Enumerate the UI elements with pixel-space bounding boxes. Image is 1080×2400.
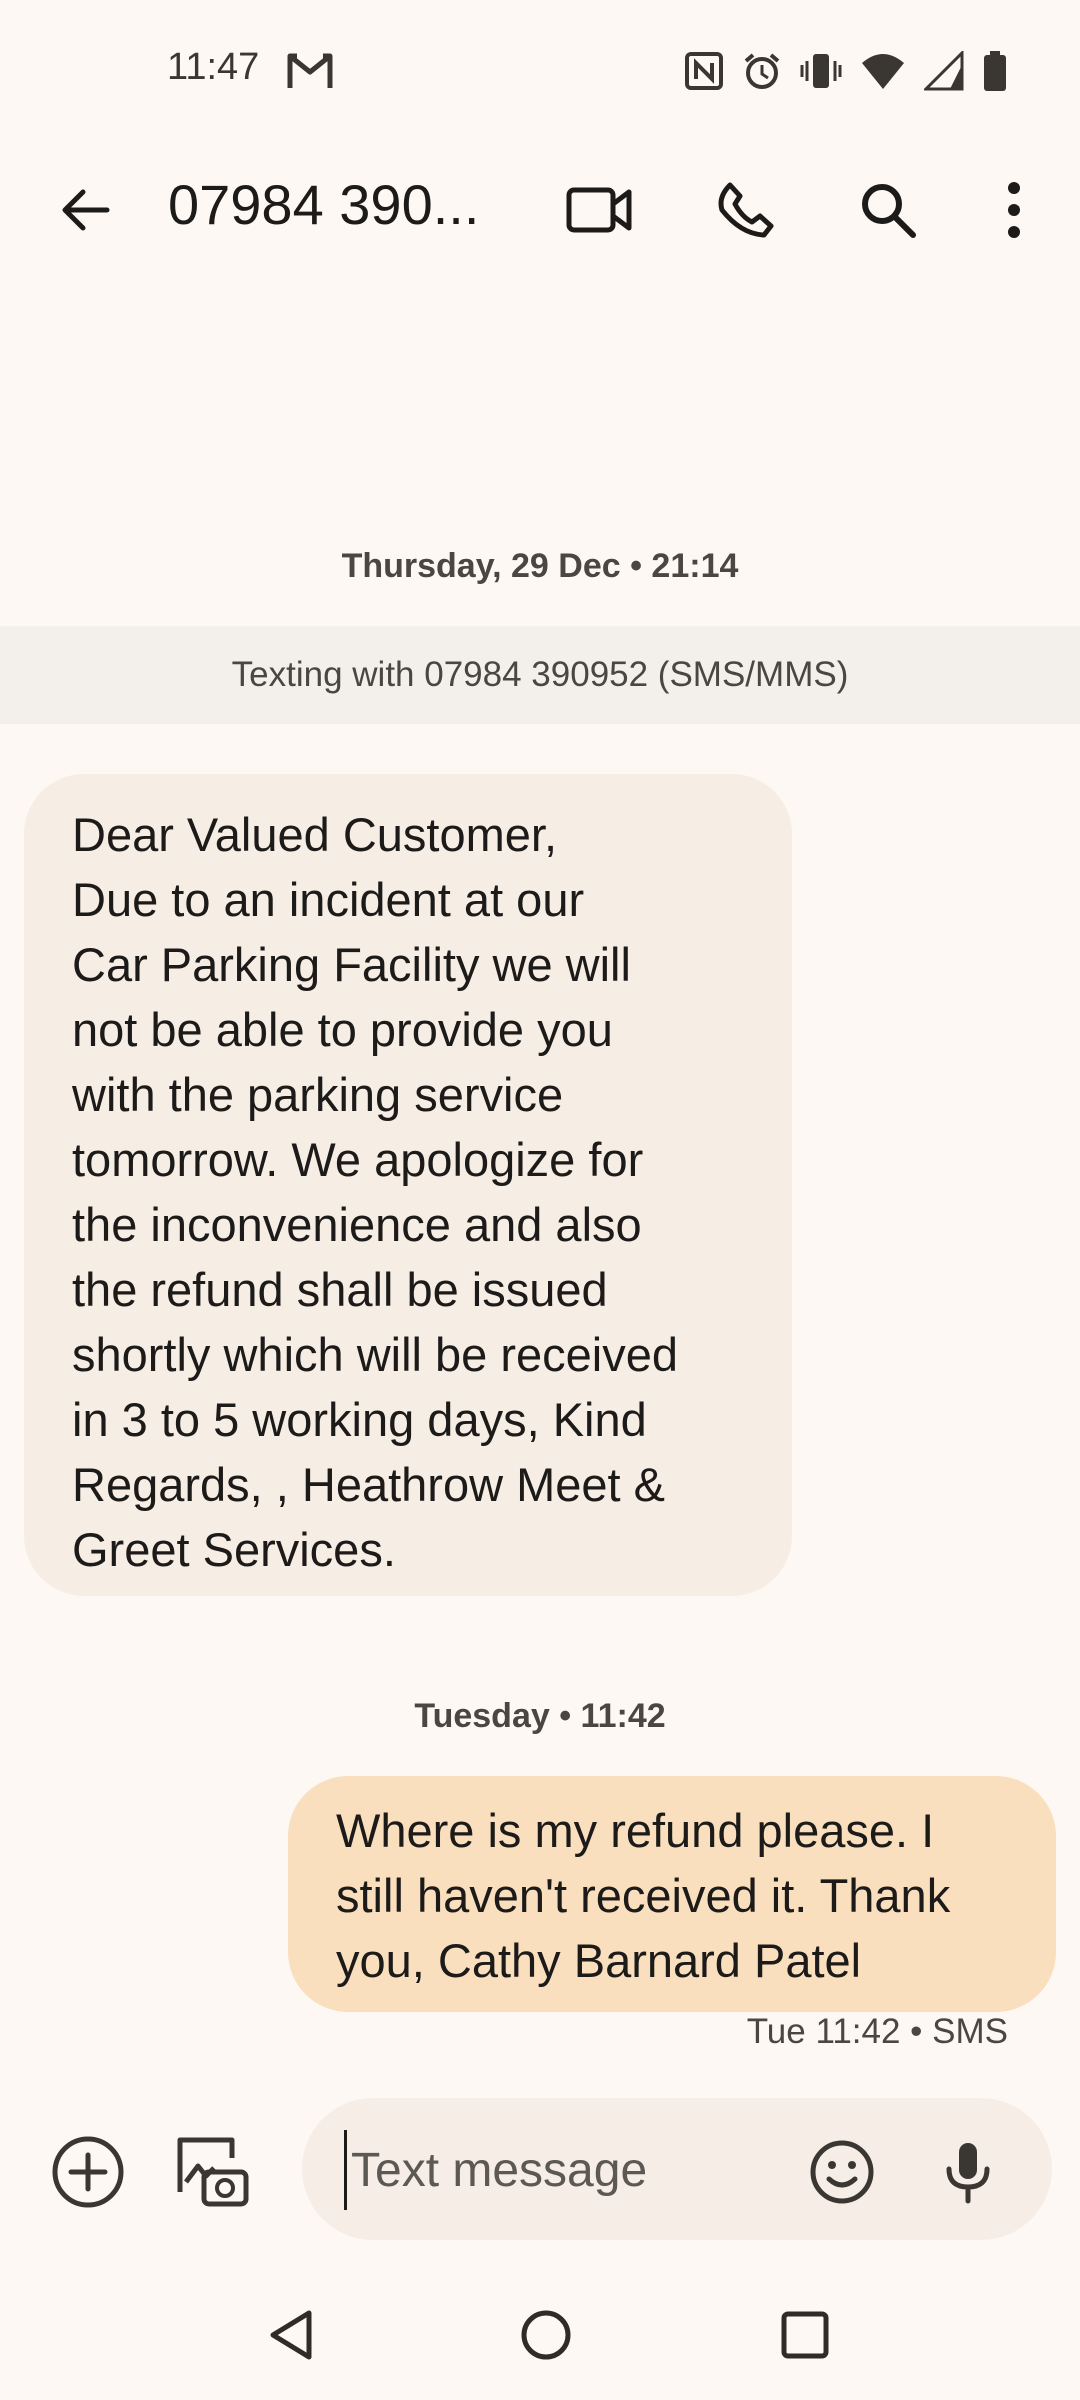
- video-call-button[interactable]: [560, 170, 640, 250]
- back-button[interactable]: [50, 170, 120, 250]
- search-button[interactable]: [848, 170, 928, 250]
- banner-text: Texting with 07984 390952 (SMS/MMS): [231, 655, 849, 694]
- battery-icon: [982, 50, 1008, 92]
- video-call-icon: [566, 187, 632, 233]
- nfc-icon: [684, 51, 724, 91]
- nav-home-icon: [521, 2310, 571, 2360]
- attach-button[interactable]: [46, 2130, 130, 2214]
- more-options-button[interactable]: [974, 170, 1054, 250]
- back-arrow-icon: [62, 189, 110, 231]
- message-input[interactable]: [344, 2130, 771, 2210]
- message-status: Tue 11:42 • SMS: [746, 2012, 1008, 2051]
- emoji-icon: [810, 2140, 874, 2204]
- texting-with-banner: Texting with 07984 390952 (SMS/MMS): [0, 626, 1080, 724]
- mic-icon: [946, 2143, 990, 2204]
- nav-recents-button[interactable]: [760, 2290, 850, 2380]
- add-circle-icon: [52, 2136, 124, 2208]
- vibrate-icon: [800, 51, 842, 91]
- voice-input-button[interactable]: [926, 2130, 1010, 2214]
- nav-back-button[interactable]: [246, 2290, 336, 2380]
- signal-icon: [924, 51, 964, 91]
- nav-recents-icon: [781, 2311, 829, 2359]
- status-icons: [684, 46, 1008, 96]
- gmail-icon: [285, 50, 335, 92]
- gallery-button[interactable]: [170, 2130, 254, 2214]
- wifi-icon: [860, 51, 906, 91]
- phone-icon: [718, 182, 774, 238]
- nav-home-button[interactable]: [501, 2290, 591, 2380]
- emoji-button[interactable]: [800, 2130, 884, 2214]
- nav-back-icon: [270, 2310, 312, 2360]
- alarm-icon: [742, 51, 782, 91]
- date-header: Thursday, 29 Dec • 21:14: [341, 547, 739, 585]
- incoming-message-bubble[interactable]: Dear Valued Customer, Due to an incident…: [24, 774, 792, 1596]
- gallery-camera-icon: [177, 2137, 249, 2207]
- more-vert-icon: [1008, 182, 1020, 238]
- conversation-title: 07984 390...: [168, 173, 480, 236]
- phone-call-button[interactable]: [706, 170, 786, 250]
- date-header: Tuesday • 11:42: [414, 1697, 666, 1735]
- status-time: 11:47: [167, 46, 260, 88]
- outgoing-message-bubble[interactable]: Where is my refund please. I still haven…: [288, 1776, 1056, 2012]
- search-icon: [862, 184, 916, 238]
